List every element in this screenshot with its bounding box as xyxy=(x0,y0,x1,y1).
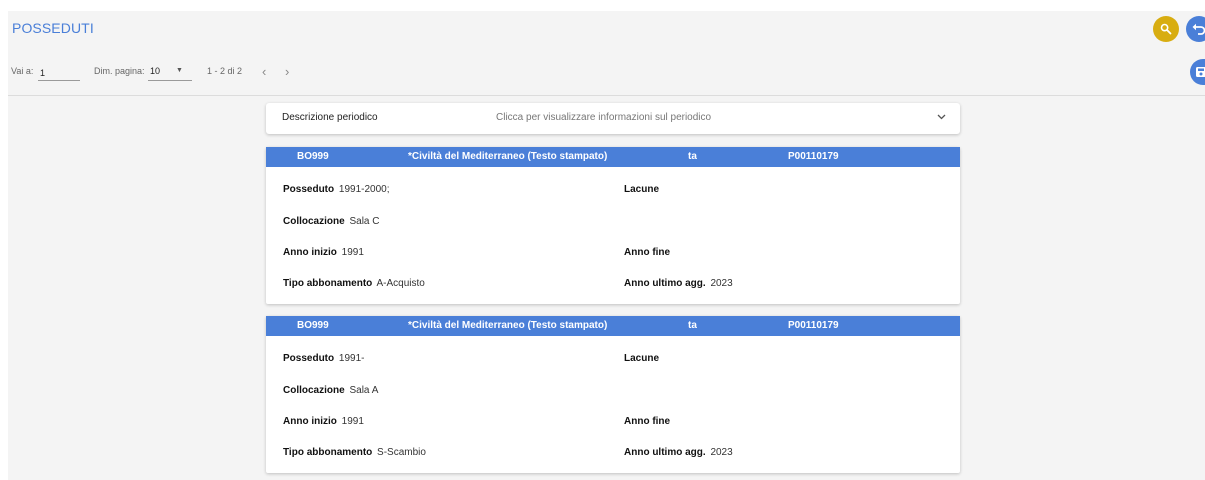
goto-page-input[interactable] xyxy=(38,63,80,81)
undo-icon xyxy=(1192,23,1205,35)
chevron-down-icon[interactable] xyxy=(937,112,946,123)
tipo-abbonamento-value: A-Acquisto xyxy=(376,278,425,289)
description-hint: Clicca per visualizzare informazioni sul… xyxy=(496,112,712,123)
lacune-label: Lacune xyxy=(624,184,660,195)
anno-inizio-field: Anno inizio 1991 xyxy=(283,416,364,427)
goto-page-label: Vai a: xyxy=(11,66,34,76)
posseduto-value: 1991-2000; xyxy=(338,184,390,195)
periodical-title: *Civiltà del Mediterraneo (Testo stampat… xyxy=(408,151,608,162)
anno-fine-field: Anno fine xyxy=(624,416,672,427)
periodical-id: P00110179 xyxy=(788,320,839,331)
anno-ultimo-agg-label: Anno ultimo agg. xyxy=(624,278,706,289)
holding-card: BO999 *Civiltà del Mediterraneo (Testo s… xyxy=(266,316,960,473)
page-range: 1 - 2 di 2 xyxy=(207,66,243,76)
tipo-abbonamento-label: Tipo abbonamento xyxy=(283,278,373,289)
holding-card-header: BO999 *Civiltà del Mediterraneo (Testo s… xyxy=(266,316,960,336)
posseduto-value: 1991- xyxy=(338,353,365,364)
back-button[interactable] xyxy=(1186,16,1205,42)
anno-ultimo-agg-field: Anno ultimo agg. 2023 xyxy=(624,447,733,458)
lacune-field: Lacune xyxy=(624,353,661,364)
anno-fine-label: Anno fine xyxy=(624,247,671,258)
anno-ultimo-agg-value: 2023 xyxy=(710,447,733,458)
top-bar: POSSEDUTI Vai a: Dim. pagina: xyxy=(8,11,1205,96)
page-size-select[interactable]: 10 ▼ xyxy=(148,63,192,81)
anno-ultimo-agg-label: Anno ultimo agg. xyxy=(624,447,706,458)
page-size-label: Dim. pagina: xyxy=(94,66,145,76)
collocazione-label: Collocazione xyxy=(283,385,345,396)
search-button[interactable] xyxy=(1153,16,1179,42)
page-container: POSSEDUTI Vai a: Dim. pagina: xyxy=(8,11,1205,480)
anno-fine-label: Anno fine xyxy=(624,416,671,427)
tipo-abbonamento-field: Tipo abbonamento S-Scambio xyxy=(283,447,426,458)
collocazione-label: Collocazione xyxy=(283,216,345,227)
periodical-description-panel[interactable]: Descrizione periodico Clicca per visuali… xyxy=(266,103,960,134)
next-page-button[interactable]: › xyxy=(285,64,289,79)
description-title: Descrizione periodico xyxy=(282,112,378,123)
library-code: BO999 xyxy=(297,320,329,331)
anno-inizio-value: 1991 xyxy=(341,416,364,427)
periodical-id: P00110179 xyxy=(788,151,839,162)
search-icon xyxy=(1160,23,1172,35)
posseduto-label: Posseduto xyxy=(283,353,335,364)
page-title: POSSEDUTI xyxy=(12,20,94,36)
anno-ultimo-agg-field: Anno ultimo agg. 2023 xyxy=(624,278,733,289)
collocazione-value: Sala C xyxy=(349,216,380,227)
periodical-title: *Civiltà del Mediterraneo (Testo stampat… xyxy=(408,320,608,331)
previous-page-button[interactable]: ‹ xyxy=(262,64,266,79)
posseduto-label: Posseduto xyxy=(283,184,335,195)
holding-card: BO999 *Civiltà del Mediterraneo (Testo s… xyxy=(266,147,960,304)
lacune-label: Lacune xyxy=(624,353,660,364)
posseduto-field: Posseduto 1991-2000; xyxy=(283,184,390,195)
anno-inizio-value: 1991 xyxy=(341,247,364,258)
collocazione-field: Collocazione Sala A xyxy=(283,385,378,396)
anno-inizio-field: Anno inizio 1991 xyxy=(283,247,364,258)
holding-card-header: BO999 *Civiltà del Mediterraneo (Testo s… xyxy=(266,147,960,167)
tipo-abbonamento-field: Tipo abbonamento A-Acquisto xyxy=(283,278,425,289)
tipo-abbonamento-value: S-Scambio xyxy=(377,447,426,458)
anno-inizio-label: Anno inizio xyxy=(283,416,337,427)
anno-inizio-label: Anno inizio xyxy=(283,247,337,258)
dropdown-arrow-icon: ▼ xyxy=(176,67,183,74)
page-size-value: 10 xyxy=(150,66,161,76)
material-type: ta xyxy=(688,151,697,162)
library-code: BO999 xyxy=(297,151,329,162)
lacune-field: Lacune xyxy=(624,184,661,195)
collocazione-field: Collocazione Sala C xyxy=(283,216,379,227)
save-button[interactable] xyxy=(1190,59,1205,85)
posseduto-field: Posseduto 1991- xyxy=(283,353,364,364)
save-icon xyxy=(1196,67,1205,77)
material-type: ta xyxy=(688,320,697,331)
collocazione-value: Sala A xyxy=(349,385,379,396)
anno-ultimo-agg-value: 2023 xyxy=(710,278,733,289)
tipo-abbonamento-label: Tipo abbonamento xyxy=(283,447,373,458)
anno-fine-field: Anno fine xyxy=(624,247,672,258)
